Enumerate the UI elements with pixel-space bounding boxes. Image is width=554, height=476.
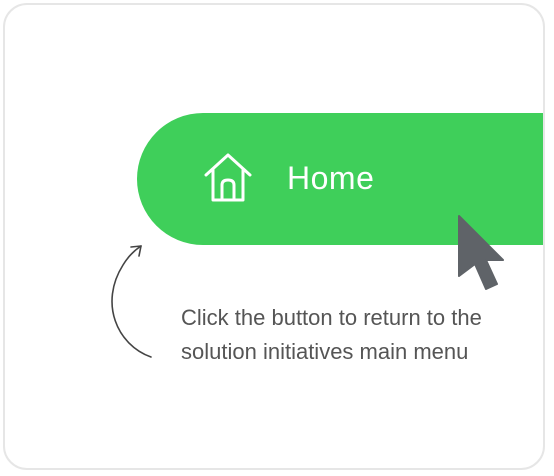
home-icon [204, 153, 252, 202]
hint-text: Click the button to return to the soluti… [181, 305, 482, 364]
home-button-label: Home [287, 160, 375, 196]
mouse-pointer-icon [458, 215, 504, 290]
curved-arrow-icon [111, 245, 152, 358]
instruction-card: Home Click the button to return to the s… [3, 3, 545, 470]
